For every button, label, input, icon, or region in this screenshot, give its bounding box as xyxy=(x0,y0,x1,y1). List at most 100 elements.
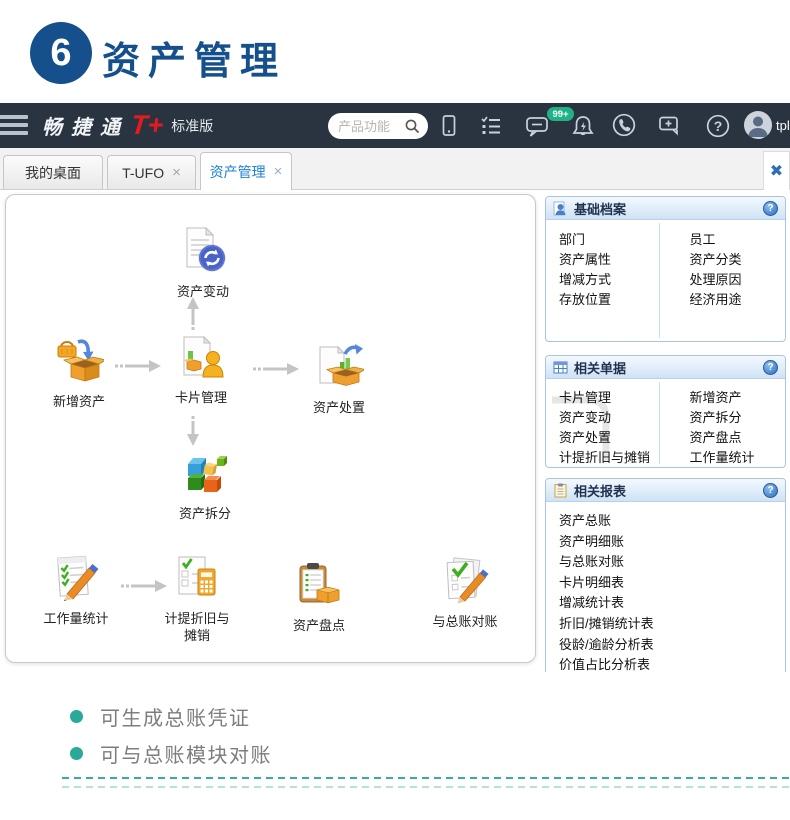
panel-related-documents: 相关单据 ? 卡片管理 资产变动 资产处置 计提折旧与摊销 新增资产 资产拆分 … xyxy=(545,355,786,468)
tab-close-icon[interactable]: × xyxy=(274,163,283,180)
asset-flowchart-panel: 资产变动 新增资产 卡片管理 资产处置 资产拆分 工作量统计 计提折旧与摊销 资… xyxy=(5,194,536,663)
basic-archive-item[interactable]: 存放位置 xyxy=(559,290,666,310)
panel-help-icon[interactable]: ? xyxy=(763,359,778,375)
panel-help-icon[interactable]: ? xyxy=(763,482,778,498)
app-logo: 畅捷通 T+ 标准版 xyxy=(42,103,213,148)
related-report-item[interactable]: 资产明细账 xyxy=(559,532,785,553)
archives-icon xyxy=(553,201,566,215)
tab-strip: 我的桌面 T-UFO × 资产管理 × ✖ xyxy=(0,148,790,190)
flow-node-label: 资产处置 xyxy=(312,400,365,415)
flow-node-depreciation-amortization[interactable]: 计提折旧与摊销 xyxy=(147,552,247,644)
flow-node-gl-reconciliation[interactable]: 与总账对账 xyxy=(415,555,515,630)
message-icon[interactable] xyxy=(524,114,550,140)
doc-person-icon xyxy=(183,335,224,378)
clipboard-box-icon xyxy=(299,563,340,604)
flow-node-label: 与总账对账 xyxy=(432,614,498,629)
related-document-item[interactable]: 资产处置 xyxy=(559,428,666,448)
flow-node-asset-change[interactable]: 资产变动 xyxy=(153,225,253,300)
tab-label: T-UFO xyxy=(122,164,165,181)
username-label[interactable]: tpl xyxy=(776,118,790,133)
flow-node-workload-stats[interactable]: 工作量统计 xyxy=(26,552,126,627)
task-list-icon[interactable] xyxy=(478,113,504,139)
page-title: 资产管理 xyxy=(102,41,287,83)
flow-node-label: 计提折旧与摊销 xyxy=(164,611,230,643)
flow-node-label: 卡片管理 xyxy=(174,390,227,405)
tab-my-desktop[interactable]: 我的桌面 xyxy=(3,155,103,189)
related-document-item[interactable]: 新增资产 xyxy=(690,388,786,408)
checklist-pen-icon xyxy=(57,555,99,601)
flow-node-label: 工作量统计 xyxy=(43,611,109,626)
checklist-calculator-icon xyxy=(178,556,216,596)
divider-dashed-line xyxy=(62,777,790,779)
note-text: 可生成总账凭证 xyxy=(100,708,251,730)
tab-close-icon[interactable]: × xyxy=(172,164,181,181)
related-document-item[interactable]: 计提折旧与摊销 xyxy=(559,448,666,467)
flow-node-label: 资产变动 xyxy=(176,284,229,299)
basic-archive-item[interactable]: 处理原因 xyxy=(690,270,786,290)
edition-label: 标准版 xyxy=(171,117,214,134)
brand-name: 畅捷通 xyxy=(42,117,129,139)
related-report-item[interactable]: 与总账对账 xyxy=(559,552,785,573)
user-avatar[interactable] xyxy=(744,111,772,139)
mobile-app-icon[interactable] xyxy=(436,113,462,139)
tab-label: 我的桌面 xyxy=(25,164,81,181)
close-all-tabs-button[interactable]: ✖ xyxy=(763,151,790,190)
arrow-card-to-asset-change xyxy=(187,297,199,330)
basic-archive-item[interactable]: 部门 xyxy=(559,230,666,250)
related-document-item[interactable]: 卡片管理 xyxy=(559,388,666,408)
arrow-workload-to-depreciation xyxy=(121,580,167,592)
basic-archive-item[interactable]: 资产分类 xyxy=(690,250,786,270)
arrow-card-to-split xyxy=(187,416,199,446)
note-row: 可与总账模块对账 xyxy=(70,739,272,768)
notification-bell-icon[interactable] xyxy=(570,114,596,140)
flow-node-new-asset[interactable]: 新增资产 xyxy=(29,335,129,410)
arrow-card-to-disposal xyxy=(253,363,299,375)
cubes-icon xyxy=(188,456,227,492)
related-report-item[interactable]: 价值占比分析表 xyxy=(559,655,785,672)
notification-count-badge: 99+ xyxy=(547,107,574,121)
flow-node-label: 资产盘点 xyxy=(292,618,345,633)
arrow-new-asset-to-card xyxy=(115,360,161,372)
flow-node-asset-inventory[interactable]: 资产盘点 xyxy=(269,559,369,634)
tab-asset-management[interactable]: 资产管理 × xyxy=(200,152,292,190)
related-document-item[interactable]: 资产拆分 xyxy=(690,408,786,428)
flow-node-asset-disposal[interactable]: 资产处置 xyxy=(289,341,389,416)
tab-t-ufo[interactable]: T-UFO × xyxy=(107,155,196,189)
bullet-icon xyxy=(70,747,83,760)
note-row: 可生成总账凭证 xyxy=(70,702,251,731)
brand-tplus-logo: T+ xyxy=(129,110,165,140)
docs-check-pen-icon xyxy=(446,557,489,604)
related-report-item[interactable]: 役龄/逾龄分析表 xyxy=(559,635,785,656)
app-window: 6 资产管理 畅捷通 T+ 标准版 产品功能 99+ ? tpl 我的桌面 T-… xyxy=(0,0,790,820)
section-number-badge: 6 xyxy=(30,22,92,84)
flow-node-asset-split[interactable]: 资产拆分 xyxy=(155,447,255,522)
related-report-item[interactable]: 增减统计表 xyxy=(559,593,785,614)
related-report-item[interactable]: 卡片明细表 xyxy=(559,573,785,594)
related-report-item[interactable]: 资产总账 xyxy=(559,511,785,532)
doc-sync-icon xyxy=(186,226,226,272)
panel-related-reports: 相关报表 ? 资产总账 资产明细账 与总账对账 卡片明细表 增减统计表 折旧/摊… xyxy=(545,478,786,672)
reports-icon xyxy=(554,483,567,497)
flow-node-label: 资产拆分 xyxy=(178,506,231,521)
panel-help-icon[interactable]: ? xyxy=(763,200,778,216)
basic-archive-item[interactable]: 增减方式 xyxy=(559,270,666,290)
basic-archive-item[interactable]: 资产属性 xyxy=(559,250,666,270)
flow-node-card-management[interactable]: 卡片管理 xyxy=(151,331,251,406)
search-input[interactable] xyxy=(338,118,404,134)
panel-header: 基础档案 ? xyxy=(546,197,785,220)
related-document-item[interactable]: 工作量统计 xyxy=(690,448,786,467)
divider-dashed-line-light xyxy=(62,786,790,788)
related-document-item[interactable]: 资产变动 xyxy=(559,408,666,428)
help-icon[interactable]: ? xyxy=(705,113,731,139)
related-report-item[interactable]: 折旧/摊销统计表 xyxy=(559,614,785,635)
box-add-icon xyxy=(57,339,108,382)
phone-support-icon[interactable] xyxy=(611,112,637,138)
product-search-box xyxy=(328,113,428,139)
basic-archive-item[interactable]: 员工 xyxy=(690,230,786,250)
related-document-item[interactable]: 资产盘点 xyxy=(690,428,786,448)
feedback-icon[interactable] xyxy=(657,113,683,139)
search-icon[interactable] xyxy=(404,118,420,134)
menu-icon[interactable] xyxy=(0,115,28,136)
basic-archive-item[interactable]: 经济用途 xyxy=(690,290,786,310)
doc-box-out-icon xyxy=(319,344,367,386)
